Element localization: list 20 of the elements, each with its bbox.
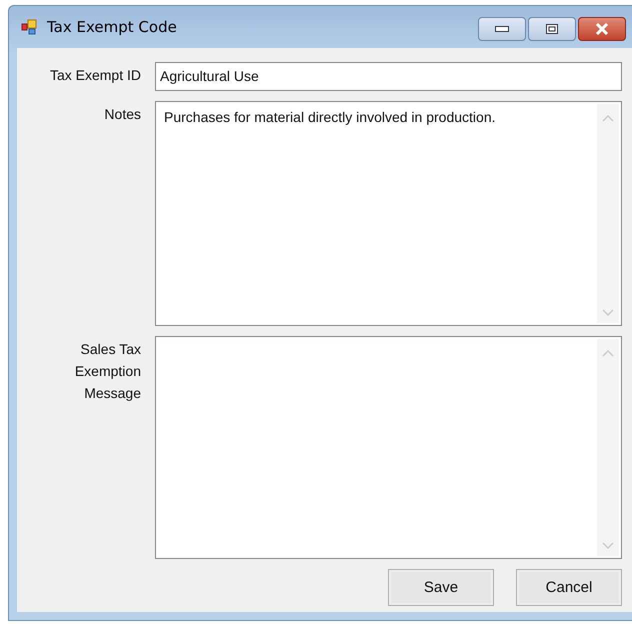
- close-icon: [595, 23, 609, 35]
- text-area[interactable]: Purchases for material directly involved in production.: [155, 101, 622, 326]
- save-button[interactable]: Save: [388, 569, 494, 606]
- minimize-icon: [495, 26, 509, 32]
- text-area[interactable]: [155, 336, 622, 559]
- field-label: Notes: [103, 105, 141, 124]
- text-field[interactable]: Agricultural Use: [155, 62, 622, 91]
- scroll-down-icon[interactable]: [602, 542, 614, 550]
- maximize-button[interactable]: [528, 17, 576, 41]
- app-icon: [21, 19, 39, 35]
- window-title: Tax Exempt Code: [47, 18, 177, 36]
- scroll-up-icon[interactable]: [602, 114, 614, 122]
- close-button[interactable]: [578, 17, 626, 41]
- field-label: Sales Tax Exemption Message: [74, 340, 141, 403]
- scroll-down-icon[interactable]: [602, 309, 614, 317]
- minimize-button[interactable]: [478, 17, 526, 41]
- cancel-button[interactable]: Cancel: [516, 569, 622, 606]
- scroll-up-icon[interactable]: [602, 349, 614, 357]
- field-label: Tax Exempt ID: [48, 66, 141, 85]
- maximize-icon: [546, 24, 558, 34]
